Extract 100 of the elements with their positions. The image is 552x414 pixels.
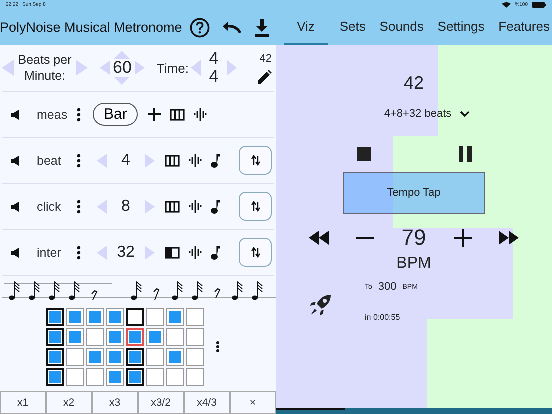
beat-count: 42 [404,73,424,94]
multiplier-button[interactable]: x2 [46,391,92,414]
beat-cell[interactable] [146,348,164,366]
beat-cell[interactable] [46,368,64,386]
reorder-button[interactable] [239,192,272,221]
undo-icon[interactable] [222,20,242,34]
more-icon[interactable] [77,200,81,214]
beat-cell[interactable] [66,308,84,326]
reorder-button[interactable] [239,146,272,175]
waveform-icon[interactable] [194,108,208,121]
time-denominator[interactable]: 4 [209,68,219,86]
beat-cell[interactable] [126,348,144,366]
ramp-duration: in 0:00:55 [365,313,402,322]
tempo-value: 79 [402,225,426,251]
beats-dropdown[interactable]: 4+8+32 beats [384,108,470,120]
time-label: Time: [156,60,189,76]
multiplier-button[interactable]: x4/3 [184,391,230,414]
nav-tab[interactable]: Sounds [378,10,426,45]
waveform-icon[interactable] [189,246,202,259]
beat-cell[interactable] [146,328,164,346]
music-note-icon[interactable] [211,246,221,260]
multiplier-button[interactable]: x3/2 [138,391,184,414]
beat-cell[interactable] [66,368,84,386]
beat-cell[interactable] [86,308,104,326]
target-tempo: 300 [378,281,397,293]
waveform-icon[interactable] [189,200,202,213]
subdivision-value[interactable]: 32 [117,244,135,262]
tempo-label: Beats per Minute: [17,52,73,84]
beat-cell[interactable] [66,348,84,366]
beat-cell[interactable] [86,368,104,386]
beat-cell[interactable] [106,348,124,366]
more-icon[interactable] [216,341,220,353]
more-icon[interactable] [77,154,81,168]
beat-cell[interactable] [146,308,164,326]
speaker-icon[interactable] [11,248,22,258]
speaker-icon[interactable] [11,156,22,166]
download-icon[interactable] [254,18,270,36]
beat-cell[interactable] [166,328,184,346]
beat-cell[interactable] [106,368,124,386]
subdivision-value[interactable]: 8 [122,198,130,216]
plus-icon[interactable] [454,229,472,247]
beat-cell[interactable] [126,368,144,386]
beat-cell[interactable] [46,348,64,366]
app-title: PolyNoise Musical Metronome [0,20,182,35]
subdivision-value[interactable]: 4 [122,152,130,170]
columns-icon[interactable] [170,108,186,120]
minus-icon[interactable] [356,236,374,240]
music-note-icon[interactable] [211,154,221,168]
nav-tab[interactable]: Sets [338,10,368,45]
beat-cell[interactable] [46,328,64,346]
columns-icon[interactable] [165,200,180,212]
beat-cell[interactable] [106,328,124,346]
track-name: click [37,200,62,214]
beat-cell[interactable] [46,308,64,326]
beat-cell[interactable] [186,368,204,386]
columns-icon[interactable] [165,246,180,258]
wifi-icon [502,2,512,8]
beat-cell[interactable] [86,328,104,346]
more-icon[interactable] [77,246,81,260]
beat-cell[interactable] [166,308,184,326]
stop-icon[interactable] [356,147,370,161]
swap-arrows-icon [250,247,260,258]
beat-cell[interactable] [186,328,204,346]
multiplier-button[interactable]: x3 [92,391,138,414]
reorder-button[interactable] [239,238,272,267]
nav-tab[interactable]: Settings [436,10,487,45]
music-note-icon[interactable] [211,200,221,214]
pencil-icon[interactable] [258,70,272,84]
pause-icon[interactable] [458,146,472,162]
beat-cell[interactable] [66,328,84,346]
chevron-down-icon [460,110,470,118]
track-name: meas [37,108,69,122]
multiplier-button[interactable]: × [230,391,276,414]
multiplier-button[interactable]: x1 [0,391,46,414]
track-name: inter [37,246,62,260]
beat-cell[interactable] [106,308,124,326]
speaker-icon[interactable] [11,110,22,120]
help-icon[interactable] [190,18,210,38]
beat-cell[interactable] [126,308,144,326]
tempo-value[interactable]: 60 [113,59,132,77]
beat-cell[interactable] [186,308,204,326]
beat-cell[interactable] [86,348,104,366]
bar-button[interactable]: Bar [93,103,138,126]
rocket-icon[interactable] [309,293,333,317]
more-icon[interactable] [77,108,81,122]
rewind-icon[interactable] [309,231,329,245]
speaker-icon[interactable] [11,202,22,212]
beat-cell[interactable] [166,368,184,386]
fast-forward-icon[interactable] [498,231,519,245]
columns-icon[interactable] [165,154,180,166]
beat-cell[interactable] [126,328,144,346]
plus-icon[interactable] [148,108,162,121]
waveform-icon[interactable] [189,154,202,167]
battery-icon [532,2,546,8]
beat-cell[interactable] [146,368,164,386]
nav-tab[interactable]: Features [496,10,552,45]
tempo-tap-button[interactable]: Tempo Tap [343,172,485,214]
beat-cell[interactable] [186,348,204,366]
time-numerator[interactable]: 4 [209,50,219,68]
beat-cell[interactable] [166,348,184,366]
